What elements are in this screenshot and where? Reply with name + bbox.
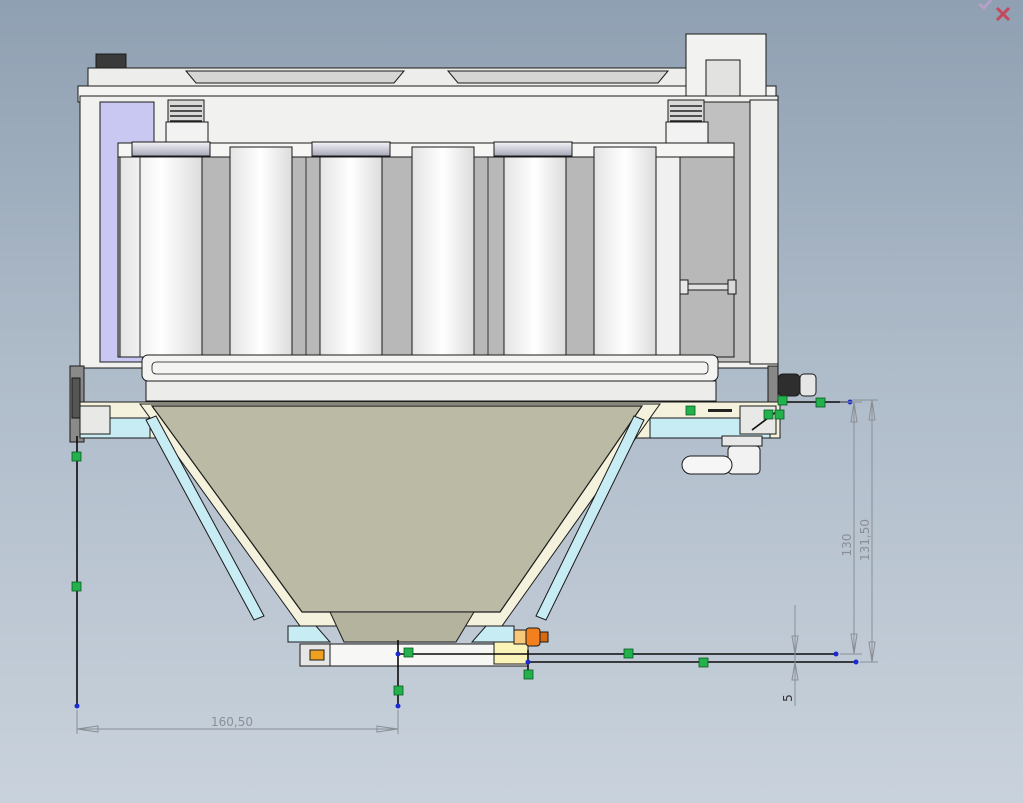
hopper-funnel <box>139 403 661 643</box>
dimension-130-label[interactable]: 130 <box>840 534 854 557</box>
cancel-close-icon[interactable] <box>995 6 1011 22</box>
dimension-5-label[interactable]: 5 <box>781 694 795 702</box>
dimension-160-50-label[interactable]: 160,50 <box>211 715 253 729</box>
canister-caps <box>131 141 573 157</box>
dimension-5[interactable]: 5 <box>781 605 799 706</box>
dimension-131-50[interactable]: 131,50 <box>852 399 878 663</box>
dimension-131-50-label[interactable]: 131,50 <box>858 519 872 561</box>
cad-drawing[interactable]: 160,50 130 131,50 5 <box>0 0 1023 803</box>
bottom-tray <box>141 354 719 402</box>
dimension-160-50[interactable]: 160,50 <box>76 710 399 734</box>
canister-row <box>117 146 735 358</box>
top-lid <box>77 33 777 103</box>
right-spring <box>665 99 709 145</box>
elbow-fitting <box>681 435 763 475</box>
left-spring <box>165 99 209 145</box>
confirmation-corner <box>977 0 1017 26</box>
orange-nozzle <box>513 627 549 647</box>
cad-viewport[interactable]: 160,50 130 131,50 5 <box>0 0 1023 803</box>
confirm-check-icon[interactable] <box>978 0 992 10</box>
